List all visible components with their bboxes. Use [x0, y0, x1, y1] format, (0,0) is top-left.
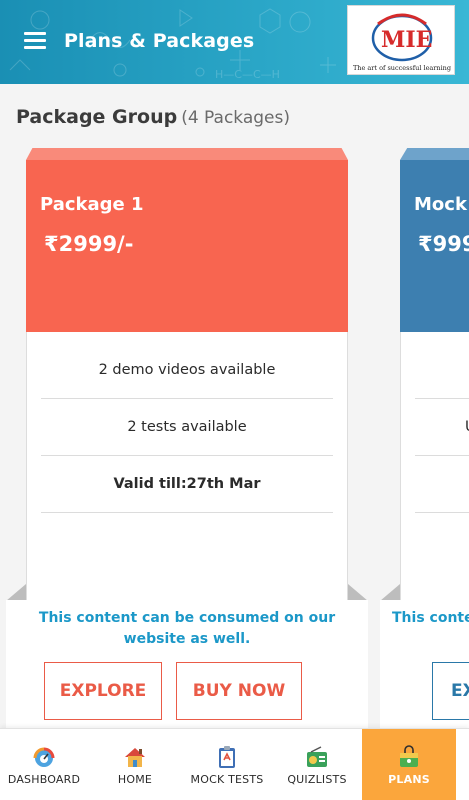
card-fold-left — [380, 584, 400, 601]
app-screen: H—C—C—H Plans & Packages MIE The art of … — [0, 0, 469, 800]
logo-tagline: The art of successful learning — [352, 64, 452, 72]
brand-logo: MIE The art of successful learning — [347, 5, 455, 75]
clipboard-icon — [219, 746, 235, 768]
website-note: This content can be consumed on our webs… — [38, 610, 336, 647]
home-icon — [125, 748, 145, 767]
svg-text:H—C—C—H: H—C—C—H — [215, 68, 280, 81]
nav-dashboard[interactable]: DASHBOARD — [0, 729, 88, 800]
website-note: This conte — [392, 610, 469, 626]
package-features: 2 demo videos available 2 tests availabl… — [26, 332, 348, 600]
nav-mock-tests[interactable]: MOCK TESTS — [182, 729, 272, 800]
package-price: ₹2999/- — [44, 232, 134, 256]
explore-button[interactable]: EXPLORE — [44, 662, 162, 720]
nav-label: MOCK TESTS — [190, 773, 264, 786]
feature-tests: 2 tests available — [41, 399, 333, 456]
card-ribbon-edge — [26, 148, 348, 160]
radio-icon — [307, 746, 327, 767]
app-header: H—C—C—H Plans & Packages MIE The art of … — [0, 0, 469, 84]
card-fold-right — [348, 584, 368, 601]
dashboard-gauge-icon — [33, 747, 55, 767]
nav-plans[interactable]: PLANS — [362, 729, 456, 800]
bottom-navigation: DASHBOARD HOME MOCK TESTS QUIZLISTS PLAN… — [0, 728, 469, 800]
package-card-footer: This conte EX — [380, 600, 469, 728]
explore-button[interactable]: EX — [432, 662, 469, 720]
package-name: Package 1 — [40, 194, 144, 215]
logo-mark: MIE — [371, 13, 432, 62]
group-title: Package Group — [16, 106, 178, 128]
nav-label: QUIZLISTS — [287, 773, 347, 786]
package-name: Mock T — [414, 194, 469, 215]
package-card-header: Mock T ₹999/ — [400, 160, 469, 332]
hamburger-menu-icon[interactable] — [24, 32, 46, 50]
logo-text: MIE — [381, 27, 432, 53]
feature-demo-videos: 2 demo videos available — [41, 342, 333, 399]
feature-line — [415, 456, 469, 513]
card-fold-left — [6, 584, 26, 601]
card-ribbon-edge — [400, 148, 469, 160]
nav-home[interactable]: HOME — [88, 729, 182, 800]
page-title: Plans & Packages — [64, 30, 255, 52]
package-group-heading: Package Group (4 Packages) — [16, 106, 290, 128]
nav-label: DASHBOARD — [7, 773, 81, 786]
buy-now-button[interactable]: BUY NOW — [176, 662, 302, 720]
package-card-header: Package 1 ₹2999/- — [26, 160, 348, 332]
package-features: U — [400, 332, 469, 600]
feature-validity: Valid till:27th Mar — [41, 456, 333, 513]
nav-label: HOME — [117, 773, 153, 786]
nav-label: PLANS — [388, 773, 430, 786]
nav-quizlists[interactable]: QUIZLISTS — [272, 729, 362, 800]
package-price: ₹999/ — [418, 232, 469, 256]
feature-line — [415, 342, 469, 399]
shopping-bag-icon — [400, 745, 418, 767]
feature-line: U — [415, 399, 469, 456]
group-count: (4 Packages) — [181, 108, 291, 128]
package-carousel[interactable]: Package 1 ₹2999/- 2 demo videos availabl… — [0, 148, 469, 728]
package-card-footer: This content can be consumed on our webs… — [6, 600, 368, 728]
